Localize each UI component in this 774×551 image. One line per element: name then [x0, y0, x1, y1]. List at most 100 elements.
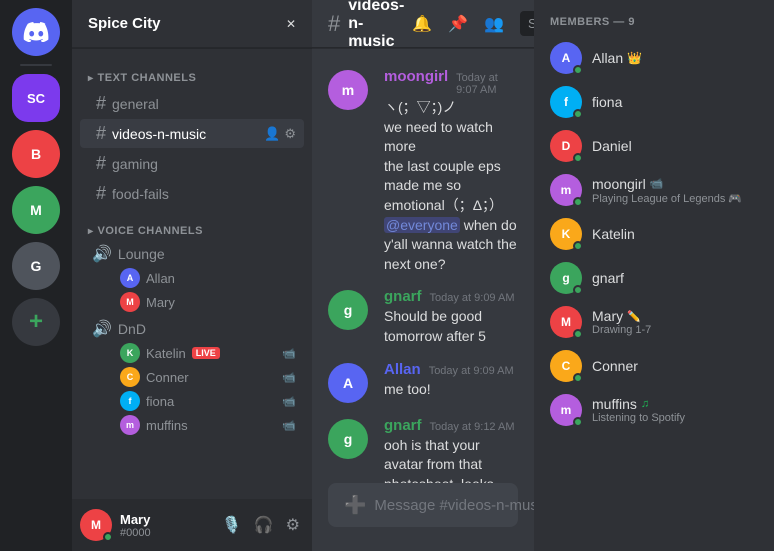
fiona-avatar: f	[120, 391, 140, 411]
member-item-fiona[interactable]: f fiona	[542, 80, 766, 124]
member-info: Daniel	[592, 138, 758, 154]
message-input-area: ➕ 🎁 GIF 😊	[312, 483, 534, 551]
status-dot	[573, 65, 583, 75]
members-sidebar: MEMBERS — 9 A Allan 👑 f fiona D Dani	[534, 0, 774, 551]
voice-user-muffins[interactable]: m muffins 📹	[120, 413, 296, 437]
chevron-down-icon[interactable]: ✕	[286, 17, 296, 31]
member-info: gnarf	[592, 270, 758, 286]
settings-button[interactable]: ⚙	[282, 511, 304, 539]
voice-user-katelin[interactable]: K Katelin LIVE 📹	[120, 341, 296, 365]
current-user-tag: #0000	[120, 527, 210, 539]
speaker-icon: 🔊	[92, 244, 112, 264]
message-input[interactable]	[374, 487, 534, 524]
video-icon: 📹	[282, 395, 296, 408]
speaker-icon: 🔊	[92, 319, 112, 339]
server-icon-spice-city[interactable]: SC	[12, 74, 60, 122]
video-icon: 📹	[282, 371, 296, 384]
moongirl-avatar[interactable]: m	[328, 70, 368, 110]
voice-channels-label: VOICE CHANNELS	[98, 225, 203, 237]
hash-icon: #	[96, 93, 106, 114]
video-icon: 📹	[282, 347, 296, 360]
text-channels-category[interactable]: ▸ TEXT CHANNELS	[72, 56, 312, 88]
voice-user-fiona[interactable]: f fiona 📹	[120, 389, 296, 413]
member-item-daniel[interactable]: D Daniel	[542, 124, 766, 168]
deafen-button[interactable]: 🎧	[250, 511, 278, 539]
voice-user-muffins-name: muffins	[146, 418, 188, 433]
msg-text: ooh is that your avatar from that photos…	[384, 436, 518, 483]
live-badge: LIVE	[192, 347, 220, 359]
member-item-allan[interactable]: A Allan 👑	[542, 36, 766, 80]
voice-channel-dnd[interactable]: 🔊 DnD K Katelin LIVE 📹 C Conner 📹	[80, 317, 304, 439]
members-header: MEMBERS — 9	[542, 16, 766, 28]
allan-avatar[interactable]: A	[328, 363, 368, 403]
discord-home-button[interactable]	[12, 8, 60, 56]
message-input-box: ➕ 🎁 GIF 😊	[328, 483, 518, 527]
server-icon-4[interactable]: G	[12, 242, 60, 290]
msg-username-moongirl[interactable]: moongirl	[384, 68, 448, 85]
member-avatar-allan: A	[550, 42, 582, 74]
server-icon-2[interactable]: B	[12, 130, 60, 178]
member-info: Conner	[592, 358, 758, 374]
gnarf-avatar[interactable]: g	[328, 290, 368, 330]
msg-username-allan[interactable]: Allan	[384, 361, 421, 378]
bell-icon[interactable]: 🔔	[412, 14, 432, 34]
msg-username-gnarf[interactable]: gnarf	[384, 288, 422, 305]
msg-timestamp: Today at 9:09 AM	[430, 292, 515, 304]
msg-text: @everyone when do y'all wanna watch the …	[384, 216, 518, 275]
voice-user-fiona-name: fiona	[146, 394, 174, 409]
voice-channel-lounge[interactable]: 🔊 Lounge A Allan M Mary	[80, 242, 304, 316]
voice-user-conner[interactable]: C Conner 📹	[120, 365, 296, 389]
channel-food-fails[interactable]: # food-fails	[80, 179, 304, 208]
msg-text: me too!	[384, 380, 518, 400]
member-item-gnarf[interactable]: g gnarf	[542, 256, 766, 300]
voice-user-allan-name: Allan	[146, 271, 175, 286]
member-info: muffins ♫ Listening to Spotify	[592, 396, 758, 424]
status-dot	[573, 109, 583, 119]
voice-user-allan[interactable]: A Allan	[120, 266, 296, 290]
add-server-button[interactable]: +	[12, 298, 60, 346]
server-icon-3[interactable]: M	[12, 186, 60, 234]
msg-text: the last couple eps made me so emotional…	[384, 157, 518, 216]
search-box[interactable]: 🔍	[520, 11, 534, 36]
channel-gaming[interactable]: # gaming	[80, 149, 304, 178]
pin-icon[interactable]: 📌	[448, 14, 468, 34]
member-name-gnarf: gnarf	[592, 270, 758, 286]
video-icon: 📹	[282, 419, 296, 432]
member-name-allan: Allan 👑	[592, 50, 758, 66]
status-dot	[573, 285, 583, 295]
member-name-daniel: Daniel	[592, 138, 758, 154]
members-icon[interactable]: 👥	[484, 14, 504, 34]
voice-channels-category[interactable]: ▸ VOICE CHANNELS	[72, 209, 312, 241]
voice-channel-dnd-name: DnD	[118, 321, 146, 337]
chat-header: # videos-n-music 🔔 📌 👥 🔍 📥 ❓	[312, 0, 534, 48]
message-header: Allan Today at 9:09 AM	[384, 361, 518, 378]
plus-icon[interactable]: ➕	[344, 495, 366, 516]
crown-icon: 👑	[627, 51, 642, 65]
current-user-avatar[interactable]: M	[80, 509, 112, 541]
mute-button[interactable]: 🎙️	[218, 511, 246, 539]
channel-name-gaming: gaming	[112, 156, 296, 172]
settings-icon[interactable]: ⚙	[284, 126, 296, 142]
member-info: Mary ✏️ Drawing 1-7	[592, 308, 758, 336]
status-dot	[573, 329, 583, 339]
member-item-katelin[interactable]: K Katelin	[542, 212, 766, 256]
member-item-muffins[interactable]: m muffins ♫ Listening to Spotify	[542, 388, 766, 432]
channel-videos-n-music[interactable]: # videos-n-music 👤 ⚙	[80, 119, 304, 148]
hash-icon: #	[96, 123, 106, 144]
chat-channel-name: videos-n-music	[348, 0, 404, 51]
member-activity-moongirl: Playing League of Legends 🎮	[592, 192, 758, 205]
voice-user-mary[interactable]: M Mary	[120, 290, 296, 314]
user-panel: M Mary #0000 🎙️ 🎧 ⚙	[72, 499, 312, 551]
channel-general[interactable]: # general	[80, 89, 304, 118]
member-item-moongirl[interactable]: m moongirl 📹 Playing League of Legends 🎮	[542, 168, 766, 212]
gnarf-avatar[interactable]: g	[328, 419, 368, 459]
main-content: # videos-n-music 🔔 📌 👥 🔍 📥 ❓ m moongirl …	[312, 0, 534, 551]
messages-container: m moongirl Today at 9:07 AM ヽ(；▽；)ノ we n…	[312, 48, 534, 483]
status-dot	[573, 197, 583, 207]
user-icon[interactable]: 👤	[264, 126, 280, 142]
member-item-conner[interactable]: C Conner	[542, 344, 766, 388]
server-header[interactable]: Spice City ✕	[72, 0, 312, 48]
msg-username-gnarf[interactable]: gnarf	[384, 417, 422, 434]
message-group-gnarf-1: g gnarf Today at 9:09 AM Should be good …	[328, 284, 518, 350]
member-item-mary[interactable]: M Mary ✏️ Drawing 1-7	[542, 300, 766, 344]
